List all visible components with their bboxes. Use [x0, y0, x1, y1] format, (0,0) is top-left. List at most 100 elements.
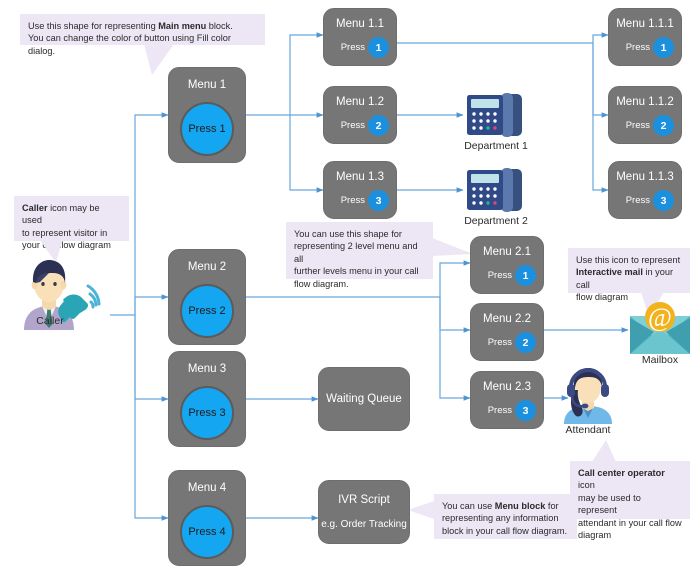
callout-mailbox-line1: Use this icon to represent — [576, 255, 681, 265]
node-menu-1-1-2-title: Menu 1.1.2 — [616, 96, 674, 108]
node-menu-1-2-title: Menu 1.2 — [336, 96, 384, 108]
callout-main-menu-line1: Use this shape for representing Main men… — [28, 21, 233, 31]
callout-mailbox: Use this icon to represent Interactive m… — [568, 248, 690, 302]
node-menu-2-1-title: Menu 2.1 — [483, 246, 531, 258]
node-menu-2-1[interactable]: Menu 2.1 Press 1 — [470, 236, 544, 294]
callout-operator-line2: may be used to represent — [578, 492, 641, 516]
node-waiting-queue[interactable]: Waiting Queue — [318, 367, 410, 431]
wire-menu1-to-menu1-1 — [246, 32, 324, 116]
node-menu-1-1-1[interactable]: Menu 1.1.1 Press 1 — [608, 8, 682, 66]
node-menu-3[interactable]: Menu 3 Press 3 — [168, 351, 246, 447]
wire-menu1-1-to-menu1-1-3 — [592, 43, 609, 193]
press-number-badge[interactable]: 3 — [515, 400, 536, 421]
press-number-badge[interactable]: 2 — [515, 332, 536, 353]
node-menu-1-3[interactable]: Menu 1.3 Press 3 — [323, 161, 397, 219]
press-label: Press — [340, 195, 365, 206]
icon-mailbox-caption: Mailbox — [641, 354, 679, 366]
headset-operator-icon — [564, 368, 612, 424]
icon-caller-caption: Caller — [36, 315, 64, 327]
icon-caller: Caller — [12, 252, 112, 330]
node-menu-1-1-3-title: Menu 1.1.3 — [616, 171, 674, 183]
node-menu-1-1[interactable]: Menu 1.1 Press 1 — [323, 8, 397, 66]
callout-operator-tail — [592, 440, 616, 462]
node-menu-1-1-2-press[interactable]: Press 2 — [626, 115, 674, 136]
wire-caller-to-menu4 — [134, 315, 169, 521]
callout-menu-block-line3: block in your call flow diagram. — [442, 525, 568, 536]
node-ivr-script-label: IVR Script — [338, 494, 390, 506]
node-menu-1[interactable]: Menu 1 Press 1 — [168, 67, 246, 163]
press-label: Press — [625, 120, 650, 131]
press-label: Press — [487, 405, 512, 416]
node-menu-4-title: Menu 4 — [187, 482, 227, 494]
press-number-badge[interactable]: 3 — [653, 190, 674, 211]
callout-sub-menu-line1: You can use this shape for — [294, 229, 402, 239]
node-menu-1-1-1-press[interactable]: Press 1 — [626, 37, 674, 58]
press-number-badge[interactable]: 1 — [368, 37, 389, 58]
icon-attendant: Attendant — [555, 366, 621, 438]
callout-operator-line4: diagram — [578, 530, 612, 541]
node-menu-2-3-title: Menu 2.3 — [483, 381, 531, 393]
node-menu-3-button[interactable]: Press 3 — [180, 386, 234, 440]
press-label: Press — [487, 270, 512, 281]
node-menu-3-title: Menu 3 — [187, 363, 227, 375]
callout-sub-menu-tail — [432, 238, 473, 256]
callout-menu-block-line2: representing any information — [442, 513, 559, 524]
press-label: Press — [340, 42, 365, 53]
node-menu-1-1-title: Menu 1.1 — [336, 18, 384, 30]
node-menu-1-1-1-title: Menu 1.1.1 — [616, 18, 674, 30]
node-menu-2-2[interactable]: Menu 2.2 Press 2 — [470, 303, 544, 361]
node-menu-4-button[interactable]: Press 4 — [180, 505, 234, 559]
node-menu-2-button[interactable]: Press 2 — [180, 284, 234, 338]
press-label: Press — [487, 337, 512, 348]
callout-caller-line1: Caller icon may be used — [22, 203, 100, 226]
node-ivr-script-sublabel: e.g. Order Tracking — [321, 519, 407, 530]
node-menu-1-1-3-press[interactable]: Press 3 — [626, 190, 674, 211]
press-number-badge[interactable]: 3 — [368, 190, 389, 211]
callout-menu-block-line1: You can use Menu block for — [442, 501, 559, 511]
press-number-badge[interactable]: 1 — [515, 265, 536, 286]
wire-menu2-to-menu2-3 — [439, 297, 471, 401]
node-menu-1-1-2[interactable]: Menu 1.1.2 Press 2 — [608, 86, 682, 144]
node-menu-2-3-press[interactable]: Press 3 — [488, 400, 536, 421]
node-menu-1-3-press[interactable]: Press 3 — [341, 190, 389, 211]
node-menu-2-3[interactable]: Menu 2.3 Press 3 — [470, 371, 544, 429]
callout-sub-menu-line3: further levels menu in your call — [294, 266, 419, 277]
press-label: Press — [340, 120, 365, 131]
node-menu-1-2[interactable]: Menu 1.2 Press 2 — [323, 86, 397, 144]
node-menu-2[interactable]: Menu 2 Press 2 — [168, 249, 246, 345]
callout-operator: Call center operator icon may be used to… — [570, 461, 690, 540]
callout-sub-menu-line4: flow diagram. — [294, 278, 349, 289]
envelope-at-icon: @ — [630, 302, 690, 354]
node-menu-1-title: Menu 1 — [187, 79, 227, 91]
icon-attendant-caption: Attendant — [565, 424, 611, 436]
callout-caller: Caller icon may be used to represent vis… — [14, 196, 129, 250]
node-menu-2-title: Menu 2 — [187, 261, 227, 273]
call-flow-diagram-canvas: Use this shape for representing Main men… — [0, 0, 700, 572]
press-number-badge[interactable]: 1 — [653, 37, 674, 58]
node-waiting-queue-label: Waiting Queue — [326, 393, 402, 405]
node-menu-4[interactable]: Menu 4 Press 4 — [168, 470, 246, 566]
wire-menu1-to-menu1-3 — [289, 115, 324, 193]
node-ivr-script[interactable]: IVR Script e.g. Order Tracking — [318, 480, 410, 544]
svg-text:@: @ — [648, 303, 672, 332]
node-menu-1-1-3[interactable]: Menu 1.1.3 Press 3 — [608, 161, 682, 219]
press-number-badge[interactable]: 2 — [368, 115, 389, 136]
callout-operator-line1: Call center operator icon — [578, 468, 665, 491]
icon-department-2: Department 2 — [463, 165, 529, 227]
callout-menu-block-tail — [408, 500, 437, 520]
wire-caller-to-menu3 — [134, 315, 169, 402]
callout-mailbox-line2: Interactive mail in your call — [576, 267, 674, 290]
callout-caller-line2: to represent visitor in — [22, 227, 108, 238]
node-menu-1-2-press[interactable]: Press 2 — [341, 115, 389, 136]
icon-department-1-caption: Department 1 — [464, 140, 528, 152]
wire-menu1-1-to-menu1-1-2 — [592, 43, 609, 118]
press-label: Press — [625, 42, 650, 53]
node-menu-2-2-title: Menu 2.2 — [483, 313, 531, 325]
node-menu-2-2-press[interactable]: Press 2 — [488, 332, 536, 353]
wire-menu1-1-to-menu1-1-1 — [397, 32, 609, 44]
node-menu-1-1-press[interactable]: Press 1 — [341, 37, 389, 58]
callout-sub-menu: You can use this shape for representing … — [286, 222, 433, 289]
node-menu-1-button[interactable]: Press 1 — [180, 102, 234, 156]
node-menu-2-1-press[interactable]: Press 1 — [488, 265, 536, 286]
press-number-badge[interactable]: 2 — [653, 115, 674, 136]
